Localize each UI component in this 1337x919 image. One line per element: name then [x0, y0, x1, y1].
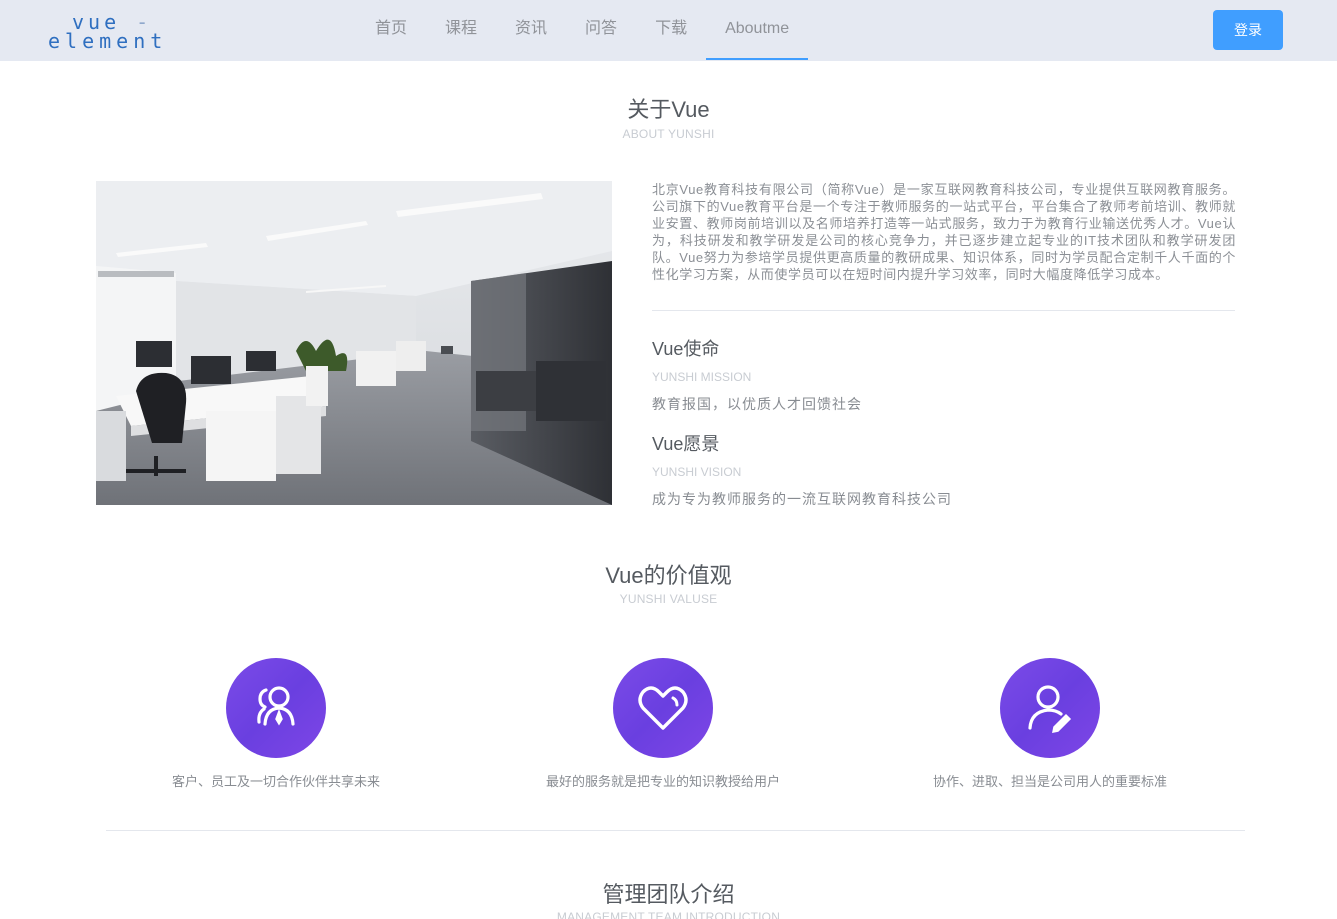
- intro-divider: [652, 310, 1235, 311]
- value-card-share: 客户、员工及一切合作伙伴共享未来: [106, 658, 446, 790]
- value-card-cooperation: 协作、进取、担当是公司用人的重要标准: [880, 658, 1220, 790]
- nav-item-news[interactable]: 资讯: [496, 0, 566, 60]
- section-divider: [106, 830, 1245, 831]
- logo[interactable]: vue - element: [48, 12, 188, 52]
- vision-text: 成为专为教师服务的一流互联网教育科技公司: [652, 491, 952, 507]
- about-subtitle: ABOUT YUNSHI: [622, 127, 715, 141]
- company-intro-text: 北京Vue教育科技有限公司（简称Vue）是一家互联网教育科技公司，专业提供互联网…: [652, 182, 1236, 282]
- team-title: 管理团队介绍: [602, 882, 735, 907]
- mission-title: Vue使命: [652, 339, 720, 359]
- office-photo: [96, 181, 612, 505]
- values-title: Vue的价值观: [605, 563, 732, 588]
- login-button[interactable]: 登录: [1213, 10, 1283, 50]
- value-text-service: 最好的服务就是把专业的知识教授给用户: [545, 774, 780, 789]
- value-text-share: 客户、员工及一切合作伙伴共享未来: [171, 774, 380, 789]
- about-title: 关于Vue: [627, 97, 710, 122]
- nav-item-qa[interactable]: 问答: [566, 0, 636, 60]
- main-nav: 首页 课程 资讯 问答 下载 Aboutme: [356, 0, 809, 61]
- mission-en: YUNSHI MISSION: [652, 370, 752, 384]
- nav-item-download[interactable]: 下载: [636, 0, 706, 60]
- top-navbar: vue - element 首页 课程 资讯 问答 下载 Aboutme 登录: [0, 0, 1337, 61]
- vision-title: Vue愿景: [652, 434, 720, 454]
- nav-item-aboutme[interactable]: Aboutme: [706, 0, 809, 60]
- value-text-cooperation: 协作、进取、担当是公司用人的重要标准: [932, 774, 1167, 789]
- value-card-service: 最好的服务就是把专业的知识教授给用户: [493, 658, 833, 790]
- values-subtitle: YUNSHI VALUSE: [619, 592, 718, 606]
- team-users-icon: [226, 658, 326, 758]
- nav-item-home[interactable]: 首页: [356, 0, 426, 60]
- user-edit-icon: [1000, 658, 1100, 758]
- heart-icon: [613, 658, 713, 758]
- vision-en: YUNSHI VISION: [652, 465, 742, 479]
- nav-item-courses[interactable]: 课程: [426, 0, 496, 60]
- logo-line2: element: [48, 29, 168, 53]
- team-subtitle: MANAGEMENT TEAM INTRODUCTION: [556, 910, 781, 919]
- mission-text: 教育报国，以优质人才回馈社会: [652, 396, 862, 412]
